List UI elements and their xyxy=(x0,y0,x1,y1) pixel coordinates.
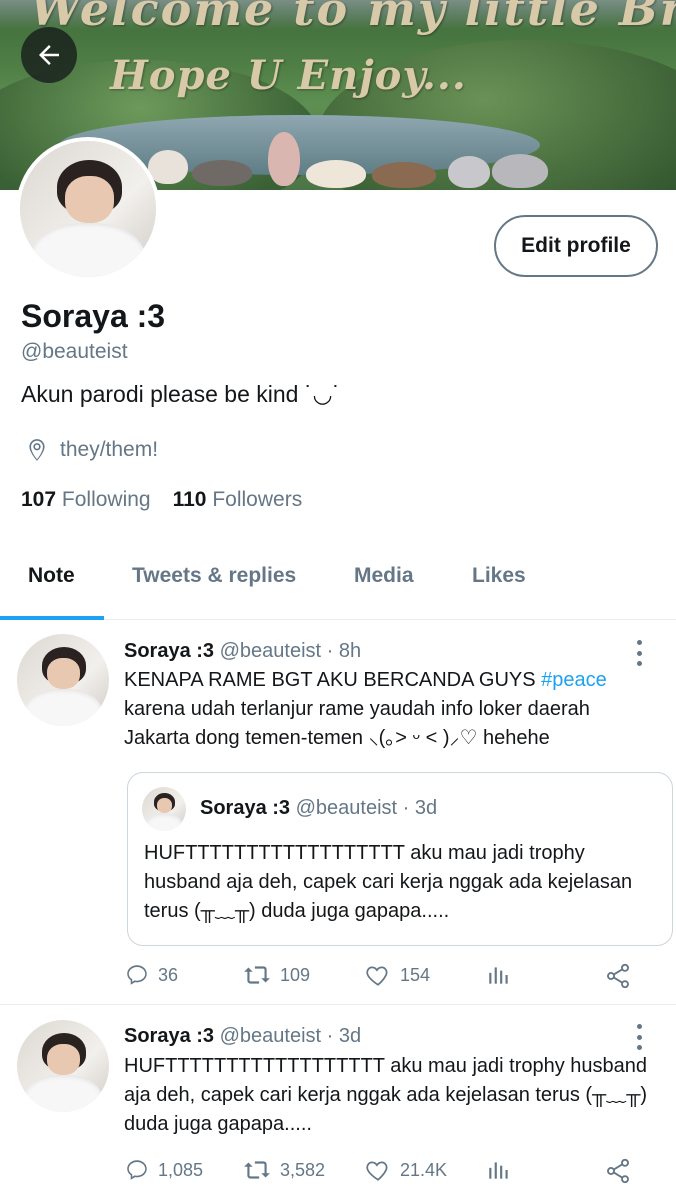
more-options-icon[interactable] xyxy=(632,640,646,666)
following-label: Following xyxy=(61,488,151,511)
like-count: 154 xyxy=(400,964,431,985)
followers-link[interactable]: 110 Followers xyxy=(173,488,303,512)
share-button[interactable] xyxy=(604,962,632,990)
followers-label: Followers xyxy=(212,488,303,511)
more-options-icon[interactable] xyxy=(632,1024,646,1050)
quoted-author-name: Soraya :3 xyxy=(200,797,291,819)
like-button[interactable]: 154 xyxy=(364,962,430,988)
followers-count: 110 xyxy=(172,488,207,511)
edit-profile-button[interactable]: Edit profile xyxy=(494,215,658,277)
arrow-left-icon xyxy=(39,45,59,65)
tweet-hashtag[interactable]: #peace xyxy=(541,669,607,691)
share-icon xyxy=(607,963,629,989)
share-button[interactable] xyxy=(604,1157,632,1185)
tweet-text: HUFTTTTTTTTTTTTTTTTTT aku mau jadi troph… xyxy=(124,1055,648,1135)
like-button[interactable]: 21.4K xyxy=(364,1157,447,1183)
tweet-author-name[interactable]: Soraya :3 xyxy=(124,640,214,662)
banner-caption-1: Welcome to my little Brain... xyxy=(30,0,676,36)
tweet-actions: 1,085 3,582 21.4K xyxy=(124,1157,644,1187)
location-pin-icon xyxy=(29,439,45,461)
profile-avatar[interactable] xyxy=(16,137,160,281)
share-icon xyxy=(607,1158,629,1184)
back-button[interactable] xyxy=(21,27,77,83)
like-count: 21.4K xyxy=(400,1159,448,1180)
reply-icon xyxy=(127,1160,147,1180)
retweet-button[interactable]: 109 xyxy=(242,962,310,988)
active-tab-indicator xyxy=(0,616,104,620)
analytics-icon xyxy=(489,1162,508,1179)
tweet-time: · 3d xyxy=(326,1025,362,1047)
analytics-button[interactable] xyxy=(486,1157,512,1183)
retweet-count: 109 xyxy=(280,964,311,985)
tweet-author-handle: @beauteist xyxy=(219,1025,322,1047)
heart-icon xyxy=(366,966,388,986)
tweet-text-rest: karena udah terlanjur rame yaudah info l… xyxy=(124,698,590,749)
reply-count: 1,085 xyxy=(158,1159,204,1180)
tweet-header: Soraya :3 @beauteist · 8h xyxy=(124,640,361,663)
profile-display-name: Soraya :3 xyxy=(21,298,166,334)
following-count: 107 xyxy=(21,488,57,511)
banner-caption-2: Hope U Enjoy... xyxy=(110,52,467,99)
retweet-icon xyxy=(244,1161,270,1179)
tab-tweets-replies[interactable]: Tweets & replies xyxy=(132,564,296,588)
tweet-text-main: KENAPA RAME BGT AKU BERCANDA GUYS xyxy=(124,669,542,691)
tweet-avatar[interactable] xyxy=(17,634,109,726)
following-link[interactable]: 107 Following xyxy=(21,488,151,512)
profile-location: they/them! xyxy=(24,437,158,463)
tweet-header: Soraya :3 @beauteist · 3d xyxy=(124,1025,361,1048)
profile-tabs: Note Tweets & replies Media Likes xyxy=(0,540,676,620)
profile-handle: @beauteist xyxy=(21,340,128,363)
analytics-button[interactable] xyxy=(486,962,512,988)
tab-note[interactable]: Note xyxy=(28,564,75,588)
reply-button[interactable]: 36 xyxy=(124,962,178,988)
retweet-count: 3,582 xyxy=(280,1159,326,1180)
location-text: they/them! xyxy=(60,438,159,461)
analytics-icon xyxy=(489,967,508,984)
quoted-author-handle: @beauteist xyxy=(295,797,398,819)
tab-likes[interactable]: Likes xyxy=(472,564,526,588)
quoted-tweet-avatar xyxy=(142,787,186,831)
retweet-button[interactable]: 3,582 xyxy=(242,1157,325,1183)
reply-icon xyxy=(127,965,147,985)
retweet-icon xyxy=(244,966,270,984)
reply-count: 36 xyxy=(158,964,179,985)
profile-stats: 107 Following 110 Followers xyxy=(21,488,302,512)
tab-media[interactable]: Media xyxy=(354,564,414,588)
heart-icon xyxy=(366,1161,388,1181)
tweet-time: · 8h xyxy=(326,640,362,662)
profile-bio: Akun parodi please be kind ˙◡˙ xyxy=(21,381,341,407)
reply-button[interactable]: 1,085 xyxy=(124,1157,203,1183)
quoted-time: · 3d xyxy=(402,797,438,819)
quoted-tweet[interactable]: Soraya :3 @beauteist · 3d HUFTTTTTTTTTTT… xyxy=(127,772,673,946)
tweet-divider xyxy=(0,1004,676,1005)
tweet-text: KENAPA RAME BGT AKU BERCANDA GUYS #peace… xyxy=(124,666,654,753)
tweet-author-handle: @beauteist xyxy=(219,640,322,662)
tweet-actions: 36 109 154 xyxy=(124,962,644,992)
tweet-author-name[interactable]: Soraya :3 xyxy=(124,1025,214,1047)
quoted-tweet-header: Soraya :3 @beauteist · 3d xyxy=(200,797,437,820)
quoted-tweet-text: HUFTTTTTTTTTTTTTTTTTT aku mau jadi troph… xyxy=(144,842,633,922)
tweet-avatar[interactable] xyxy=(17,1020,109,1112)
